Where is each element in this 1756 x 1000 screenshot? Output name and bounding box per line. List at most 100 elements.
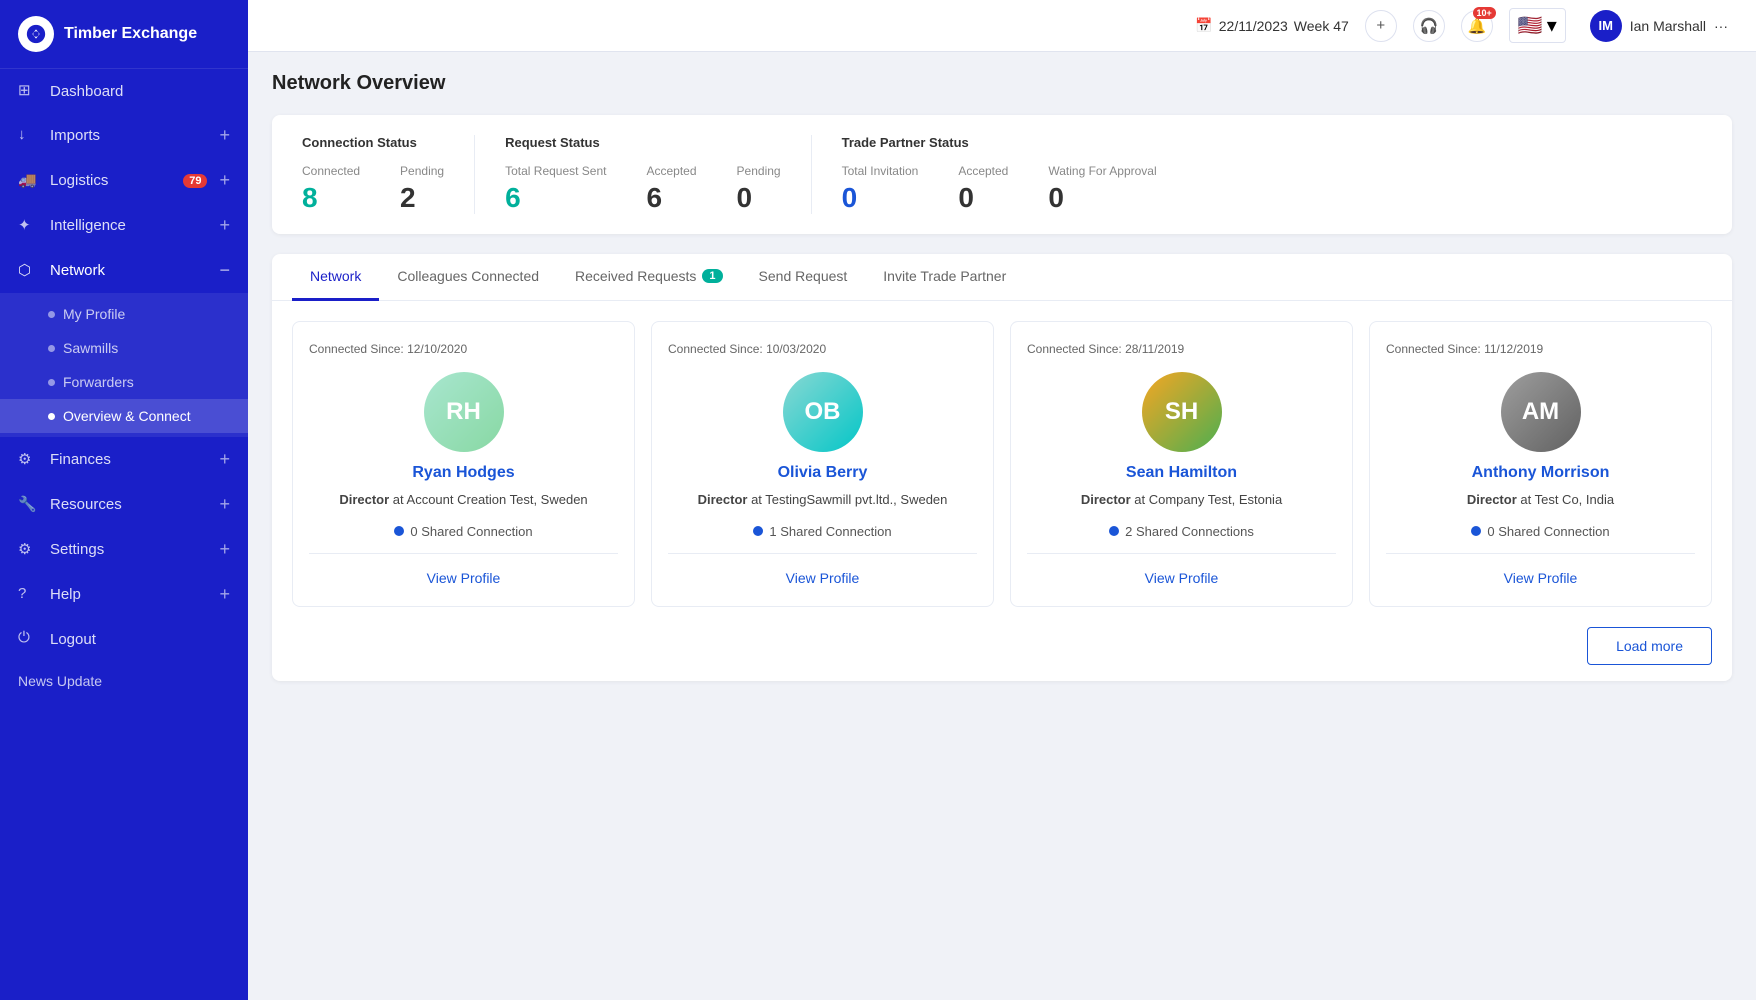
avatar: IM [1590,10,1622,42]
collapse-icon: − [219,260,230,281]
waiting-value: 0 [1048,182,1064,214]
connection-count: 0 Shared Connection [410,524,532,539]
sidebar-item-label: Finances [50,451,207,468]
connected-since: Connected Since: 28/11/2019 [1027,342,1184,356]
req-pending-col: Pending 0 [737,164,781,214]
headset-button[interactable]: 🎧 [1413,10,1445,42]
shared-connections: 2 Shared Connections [1109,524,1254,539]
total-sent-col: Total Request Sent 6 [505,164,606,214]
news-update: News Update [0,661,248,701]
connection-count: 0 Shared Connection [1487,524,1609,539]
sidebar-item-finances[interactable]: ⚙ Finances + [0,437,248,482]
trade-cols: Total Invitation 0 Accepted 0 Wating For… [842,164,1157,214]
tabs-container: Network Colleagues Connected Received Re… [272,254,1732,681]
load-more-button[interactable]: Load more [1587,627,1712,665]
sidebar-item-label: Network [50,262,207,279]
week-text: Week 47 [1294,18,1349,34]
tab-colleagues[interactable]: Colleagues Connected [379,254,557,301]
total-inv-col: Total Invitation 0 [842,164,919,214]
expand-icon: + [219,494,230,515]
sidebar-item-overview-connect[interactable]: Overview & Connect [0,399,248,433]
accepted-value: 6 [647,182,663,214]
calendar-icon: 📅 [1195,17,1212,34]
pending-label: Pending [400,164,444,178]
subnav-dot [48,379,55,386]
sidebar-item-imports[interactable]: ↓ Imports + [0,113,248,158]
connected-col: Connected 8 [302,164,360,214]
connected-since: Connected Since: 10/03/2020 [668,342,826,356]
view-profile-button[interactable]: View Profile [419,566,509,590]
truck-icon: 🚚 [18,171,38,191]
sidebar-item-help[interactable]: ? Help + [0,572,248,617]
person-name: Sean Hamilton [1126,464,1237,482]
pending-col: Pending 2 [400,164,444,214]
sidebar-item-forwarders[interactable]: Forwarders [0,365,248,399]
brain-icon: ✦ [18,216,38,236]
chevron-down-icon: ▾ [1547,13,1557,38]
tab-send-request[interactable]: Send Request [741,254,866,301]
user-menu-dots: ··· [1714,18,1728,34]
sidebar-item-logistics[interactable]: 🚚 Logistics 79 + [0,158,248,203]
tab-invite-trade-partner[interactable]: Invite Trade Partner [865,254,1024,301]
connection-count: 1 Shared Connection [769,524,891,539]
view-profile-button[interactable]: View Profile [1496,566,1586,590]
connections-grid: Connected Since: 12/10/2020 RH Ryan Hodg… [272,301,1732,627]
person-name: Anthony Morrison [1472,464,1610,482]
notification-badge: 10+ [1473,7,1496,19]
person-name: Ryan Hodges [412,464,514,482]
connected-value: 8 [302,182,318,214]
card-divider [1027,553,1336,554]
shared-connections: 0 Shared Connection [1471,524,1609,539]
add-button[interactable]: + [1365,10,1397,42]
question-icon: ? [18,585,38,605]
request-cols: Total Request Sent 6 Accepted 6 Pending … [505,164,781,214]
sidebar-item-logout[interactable]: ⏻ Logout [0,617,248,661]
date-display: 📅 22/11/2023 Week 47 [1195,17,1348,34]
view-profile-button[interactable]: View Profile [1137,566,1227,590]
tp-accepted-label: Accepted [958,164,1008,178]
notification-button[interactable]: 🔔 10+ [1461,10,1493,42]
expand-icon: + [219,584,230,605]
language-selector[interactable]: 🇺🇸 ▾ [1509,8,1566,43]
connection-status-section: Connection Status Connected 8 Pending 2 [302,135,444,214]
sidebar-item-network[interactable]: ⬡ Network − [0,248,248,293]
stats-grid: Connection Status Connected 8 Pending 2 [302,135,1702,214]
power-icon: ⏻ [18,629,38,649]
topbar: 📅 22/11/2023 Week 47 + 🎧 🔔 10+ 🇺🇸 ▾ IM I… [248,0,1756,52]
sidebar-item-my-profile[interactable]: My Profile [0,297,248,331]
subnav-label: Overview & Connect [63,408,191,424]
waiting-label: Wating For Approval [1048,164,1156,178]
network-subnav: My Profile Sawmills Forwarders Overview … [0,293,248,437]
tab-received-requests[interactable]: Received Requests 1 [557,254,741,301]
subnav-dot [48,311,55,318]
sidebar-item-label: Logout [50,631,230,648]
view-profile-button[interactable]: View Profile [778,566,868,590]
tab-label: Received Requests [575,268,696,284]
gear-icon: ⚙ [18,540,38,560]
person-avatar: AM [1501,372,1581,452]
sidebar-item-resources[interactable]: 🔧 Resources + [0,482,248,527]
tab-label: Colleagues Connected [397,268,539,284]
subnav-dot [48,413,55,420]
sidebar-item-label: Logistics [50,172,171,189]
person-role: Director at Company Test, Estonia [1081,490,1282,510]
sidebar-item-dashboard[interactable]: ⊞ Dashboard [0,69,248,113]
stats-card: Connection Status Connected 8 Pending 2 [272,115,1732,234]
request-status-section: Request Status Total Request Sent 6 Acce… [505,135,781,214]
subnav-label: My Profile [63,306,125,322]
expand-icon: + [219,449,230,470]
total-sent-label: Total Request Sent [505,164,606,178]
person-name: Olivia Berry [778,464,868,482]
tab-label: Send Request [759,268,848,284]
logo[interactable]: Timber Exchange [0,0,248,69]
sidebar-item-settings[interactable]: ⚙ Settings + [0,527,248,572]
received-requests-badge: 1 [702,269,722,283]
tab-network[interactable]: Network [292,254,379,301]
person-avatar: RH [424,372,504,452]
sidebar-item-intelligence[interactable]: ✦ Intelligence + [0,203,248,248]
connection-card: Connected Since: 10/03/2020 OB Olivia Be… [651,321,994,607]
subnav-label: Forwarders [63,374,134,390]
main-area: 📅 22/11/2023 Week 47 + 🎧 🔔 10+ 🇺🇸 ▾ IM I… [248,0,1756,1000]
user-menu[interactable]: IM Ian Marshall ··· [1582,6,1736,46]
sidebar-item-sawmills[interactable]: Sawmills [0,331,248,365]
